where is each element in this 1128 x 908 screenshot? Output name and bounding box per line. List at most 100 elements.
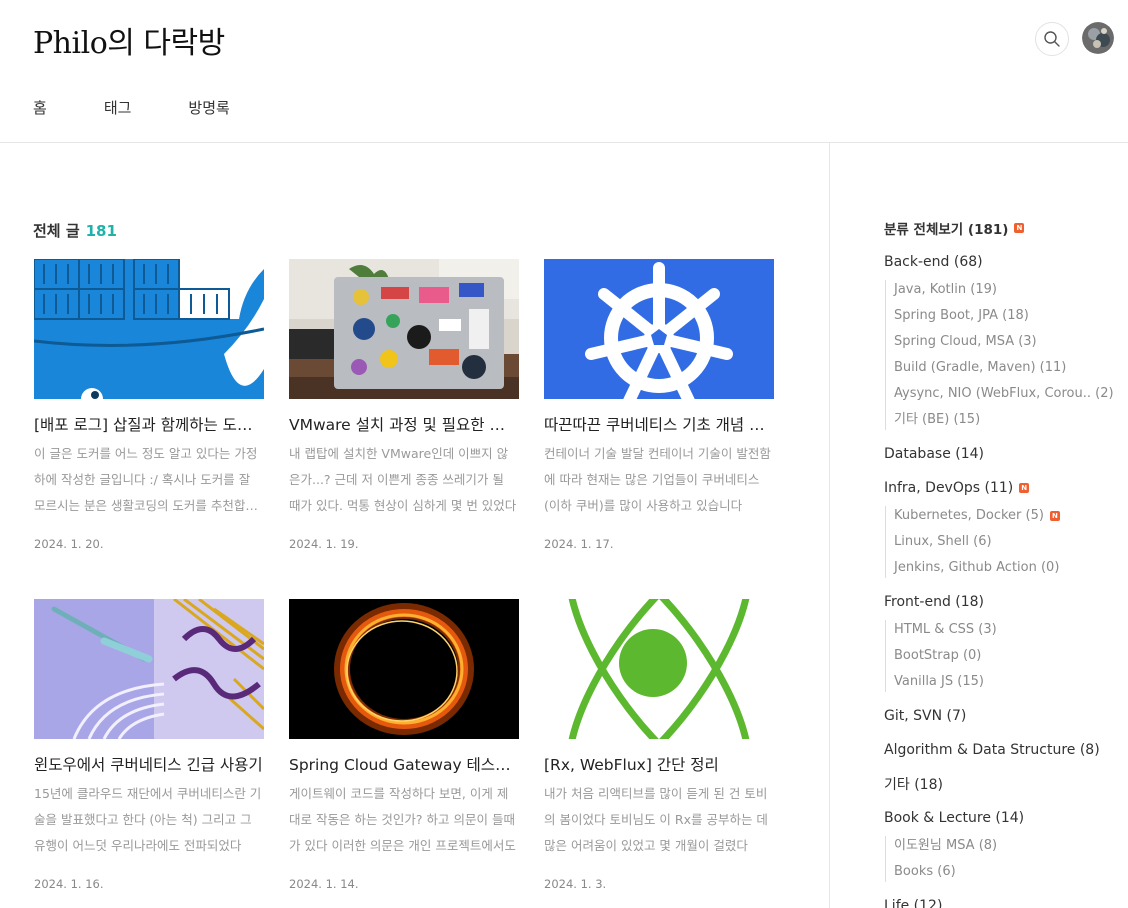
category-label: Git, SVN (7) [884,708,967,724]
subcategory-item[interactable]: Linux, Shell (6) [894,532,1124,558]
subcategory-item[interactable]: 이도원님 MSA (8) [894,836,1124,862]
thumbnail-fire-ring [289,599,519,739]
category-group: Back-end (68) Java, Kotlin (19) Spring Boo… [884,252,1124,430]
new-badge-icon: N [1019,483,1030,493]
post-excerpt: 15년에 클라우드 재단에서 쿠버네티스란 기술을 발표했다고 한다 (아는 척… [34,786,262,853]
category-label: Life (12) [884,898,943,908]
subcategory-item[interactable]: BootStrap (0) [894,646,1124,672]
category-sidebar: 분류 전체보기 (181) N Back-end (68) Java, Kotli… [884,218,1124,908]
subcategory-label: Build (Gradle, Maven) (11) [894,360,1067,375]
category-item[interactable]: Book & Lecture (14) [884,808,1124,828]
subcategory-label: Aysync, NIO (WebFlux, Corou.. (2) [894,386,1114,401]
category-all-label: 분류 전체보기 (181) [884,222,1009,238]
new-badge-icon: N [1049,511,1060,521]
category-item[interactable]: Database (14) [884,444,1124,464]
category-item[interactable]: Front-end (18) [884,592,1124,612]
category-group: Database (14) [884,444,1124,464]
post-excerpt: 내가 처음 리액티브를 많이 듣게 된 건 토비의 봄이었다 토비님도 이 Rx… [544,786,768,853]
subcategory-label: Jenkins, Github Action (0) [894,560,1060,575]
category-label: Back-end (68) [884,254,983,270]
category-label: Front-end (18) [884,594,985,610]
subcategory-label: Java, Kotlin (19) [894,282,997,297]
category-item[interactable]: Life (12) [884,896,1124,908]
category-group: Life (12) [884,896,1124,908]
subcategory-item[interactable]: Spring Cloud, MSA (3) [894,332,1124,358]
post-date: 2024. 1. 19. [289,537,359,551]
post-card[interactable]: 윈도우에서 쿠버네티스 긴급 사용기 15년에 클라우드 재단에서 쿠버네티스란… [34,599,264,891]
blog-title[interactable]: Philo의 다락방 [33,18,225,62]
category-item[interactable]: Infra, DevOps (11) N [884,478,1124,498]
search-icon [1044,31,1060,47]
subcategory-label: 이도원님 MSA (8) [894,838,998,853]
category-label: Database (14) [884,446,984,462]
profile-avatar[interactable] [1082,22,1114,54]
post-card[interactable]: VMware 설치 과정 및 필요한 설정 정리 내 랩탑에 설치한 VMwar… [289,259,519,551]
category-group: Front-end (18) HTML & CSS (3) BootStrap (0… [884,592,1124,692]
category-item[interactable]: Algorithm & Data Structure (8) [884,740,1124,760]
post-excerpt: 컨테이너 기술 발달 컨테이너 기술이 발전함에 따라 현재는 많은 기업들이 … [544,446,771,513]
category-group: Algorithm & Data Structure (8) [884,740,1124,760]
all-posts-label: 전체 글 [33,222,80,240]
subcategory-label: Vanilla JS (15) [894,674,984,689]
category-label: Book & Lecture (14) [884,810,1025,826]
post-title[interactable]: 따끈따끈 쿠버네티스 기초 개념 정리 [544,415,774,435]
subcategory-item[interactable]: HTML & CSS (3) [894,620,1124,646]
post-card[interactable]: 따끈따끈 쿠버네티스 기초 개념 정리 컨테이너 기술 발달 컨테이너 기술이 … [544,259,774,551]
search-button[interactable] [1035,22,1069,56]
subcategory-label: Kubernetes, Docker (5) [894,508,1044,523]
post-card[interactable]: [배포 로그] 삽질과 함께하는 도커 정리 이 글은 도커를 어느 정도 알고… [34,259,264,551]
post-title[interactable]: [Rx, WebFlux] 간단 정리 [544,755,774,775]
nav-guestbook[interactable]: 방명록 [188,97,229,118]
nav-tags[interactable]: 태그 [104,97,132,118]
category-group: 기타 (18) [884,774,1124,794]
subcategory-item[interactable]: Aysync, NIO (WebFlux, Corou.. (2) [894,384,1124,410]
all-posts-heading: 전체 글 181 [33,220,117,241]
category-item[interactable]: Back-end (68) [884,252,1124,272]
thumbnail-reactive-atom [544,599,774,739]
subcategory-label: Books (6) [894,864,956,879]
thumbnail-abstract-purple [34,599,264,739]
subcategory-item[interactable]: Jenkins, Github Action (0) [894,558,1124,578]
post-title[interactable]: VMware 설치 과정 및 필요한 설정 정리 [289,415,519,435]
subcategory-item[interactable]: Java, Kotlin (19) [894,280,1124,306]
subcategory-label: Linux, Shell (6) [894,534,992,549]
post-title[interactable]: Spring Cloud Gateway 테스트 코드 작성기 [289,755,519,775]
main-nav: 홈 태그 방명록 [33,97,287,118]
subcategory-label: Spring Cloud, MSA (3) [894,334,1037,349]
post-excerpt: 게이트웨이 코드를 작성하다 보면, 이게 제대로 작동은 하는 것인가? 하고… [289,786,516,853]
subcategory-item[interactable]: Spring Boot, JPA (18) [894,306,1124,332]
category-label: 기타 (18) [884,777,943,793]
category-group: Git, SVN (7) [884,706,1124,726]
category-label: Algorithm & Data Structure (8) [884,742,1100,758]
post-title[interactable]: [배포 로그] 삽질과 함께하는 도커 정리 [34,415,264,435]
subcategory-list: 이도원님 MSA (8) Books (6) [885,836,1124,882]
category-group: Book & Lecture (14) 이도원님 MSA (8) Books (6) [884,808,1124,882]
post-title[interactable]: 윈도우에서 쿠버네티스 긴급 사용기 [34,755,264,775]
post-date: 2024. 1. 3. [544,877,607,891]
post-date: 2024. 1. 20. [34,537,104,551]
subcategory-label: Spring Boot, JPA (18) [894,308,1029,323]
subcategory-label: HTML & CSS (3) [894,622,997,637]
thumbnail-laptop-stickers [289,259,519,399]
subcategory-item[interactable]: Vanilla JS (15) [894,672,1124,692]
category-list: Back-end (68) Java, Kotlin (19) Spring Boo… [884,252,1124,908]
avatar-image [1082,22,1114,54]
thumbnail-kubernetes-wheel [544,259,774,399]
thumbnail-docker-whale [34,259,264,399]
category-item[interactable]: Git, SVN (7) [884,706,1124,726]
content-divider [829,143,830,908]
all-posts-count: 181 [85,222,117,240]
post-card[interactable]: Spring Cloud Gateway 테스트 코드 작성기 게이트웨이 코드… [289,599,519,891]
post-card[interactable]: [Rx, WebFlux] 간단 정리 내가 처음 리액티브를 많이 듣게 된 … [544,599,774,891]
category-all[interactable]: 분류 전체보기 (181) N [884,218,1124,238]
subcategory-item[interactable]: Kubernetes, Docker (5) N [894,506,1124,532]
subcategory-item[interactable]: Build (Gradle, Maven) (11) [894,358,1124,384]
subcategory-item[interactable]: 기타 (BE) (15) [894,410,1124,430]
nav-home[interactable]: 홈 [33,97,47,118]
new-badge-icon: N [1014,223,1025,233]
post-excerpt: 내 랩탑에 설치한 VMware인데 이쁘지 않은가...? 근데 저 이쁜게 … [289,446,517,513]
category-label: Infra, DevOps (11) [884,480,1014,496]
category-group: Infra, DevOps (11) N Kubernetes, Docker (5… [884,478,1124,578]
subcategory-item[interactable]: Books (6) [894,862,1124,882]
category-item[interactable]: 기타 (18) [884,774,1124,794]
